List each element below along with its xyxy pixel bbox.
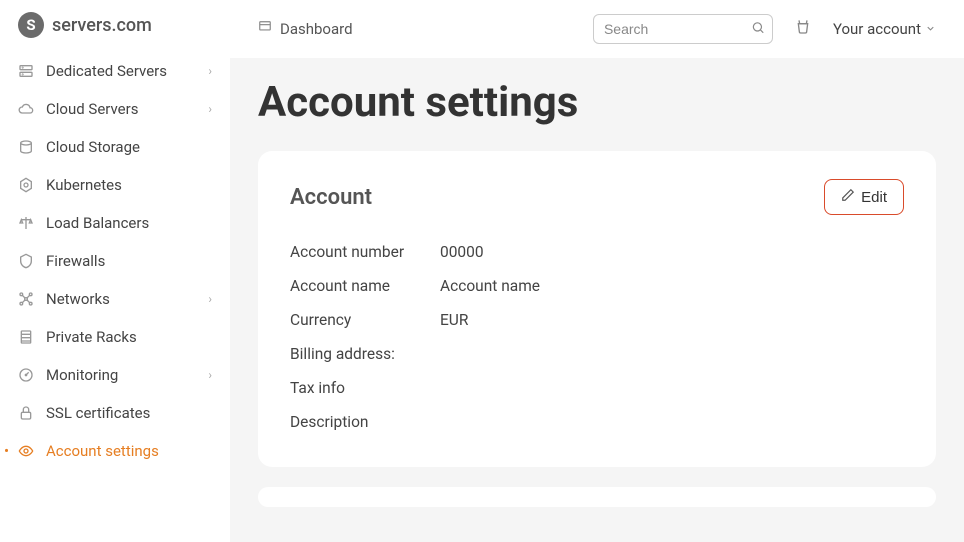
field-row: Description	[290, 405, 904, 439]
account-card-title: Account	[290, 185, 372, 210]
field-label: Description	[290, 413, 440, 431]
account-fields: Account number00000Account nameAccount n…	[290, 235, 904, 439]
edit-button-label: Edit	[861, 189, 887, 206]
sidebar-item-label: SSL certificates	[46, 404, 212, 422]
pencil-icon	[841, 188, 855, 206]
sidebar-item-cloud-servers[interactable]: Cloud Servers ›	[0, 90, 230, 128]
field-value: 00000	[440, 243, 484, 261]
field-label: Account number	[290, 243, 440, 261]
field-row: Tax info	[290, 371, 904, 405]
search-box	[593, 14, 773, 44]
sidebar-nav: Dedicated Servers › Cloud Servers › Cloud St…	[0, 52, 230, 470]
sidebar-item-dedicated-servers[interactable]: Dedicated Servers ›	[0, 52, 230, 90]
field-label: Billing address:	[290, 345, 440, 363]
field-row: Billing address:	[290, 337, 904, 371]
field-row: Account number00000	[290, 235, 904, 269]
sidebar-item-label: Load Balancers	[46, 214, 212, 232]
brand-logo-text: servers.com	[52, 15, 152, 36]
breadcrumb[interactable]: Dashboard	[258, 20, 353, 38]
topbar: Dashboard Your account	[230, 0, 964, 58]
search-icon[interactable]	[751, 20, 765, 39]
gauge-icon	[18, 367, 34, 383]
account-menu-label: Your account	[833, 20, 921, 38]
sidebar-item-cloud-storage[interactable]: Cloud Storage	[0, 128, 230, 166]
chevron-right-icon: ›	[208, 292, 212, 306]
brand-logo-icon: S	[18, 12, 44, 38]
sidebar-item-label: Networks	[46, 290, 196, 308]
sidebar-item-label: Cloud Storage	[46, 138, 212, 156]
sidebar: S servers.com Dedicated Servers›Cloud Se…	[0, 0, 230, 542]
next-card	[258, 487, 936, 507]
field-value: EUR	[440, 311, 468, 329]
sidebar-item-label: Kubernetes	[46, 176, 212, 194]
chevron-down-icon	[925, 20, 936, 38]
content: Account settings Account Edit Account nu…	[230, 58, 964, 542]
chevron-right-icon: ›	[208, 64, 212, 78]
account-menu[interactable]: Your account	[833, 20, 936, 38]
server-icon	[18, 63, 34, 79]
lock-icon	[18, 405, 34, 421]
field-row: CurrencyEUR	[290, 303, 904, 337]
kube-icon	[18, 177, 34, 193]
field-row: Account nameAccount name	[290, 269, 904, 303]
sidebar-item-label: Dedicated Servers	[46, 62, 196, 80]
eye-icon	[18, 443, 34, 459]
cloud-icon	[18, 101, 34, 117]
sidebar-item-label: Account settings	[46, 442, 212, 460]
account-card: Account Edit Account number00000Account …	[258, 151, 936, 467]
sidebar-item-firewalls[interactable]: Firewalls	[0, 242, 230, 280]
network-icon	[18, 291, 34, 307]
sidebar-item-private-racks[interactable]: Private Racks	[0, 318, 230, 356]
sidebar-item-account-settings[interactable]: Account settings	[0, 432, 230, 470]
search-input[interactable]	[593, 14, 773, 44]
dashboard-icon	[258, 20, 272, 38]
brand-logo[interactable]: S servers.com	[0, 12, 230, 52]
field-label: Account name	[290, 277, 440, 295]
sidebar-item-monitoring[interactable]: Monitoring ›	[0, 356, 230, 394]
page-title: Account settings	[258, 78, 936, 127]
shield-icon	[18, 253, 34, 269]
sidebar-item-label: Monitoring	[46, 366, 196, 384]
sidebar-item-label: Private Racks	[46, 328, 212, 346]
edit-button[interactable]: Edit	[824, 179, 904, 215]
scale-icon	[18, 215, 34, 231]
chevron-right-icon: ›	[208, 102, 212, 116]
field-value: Account name	[440, 277, 540, 295]
breadcrumb-label: Dashboard	[280, 20, 353, 38]
rack-icon	[18, 329, 34, 345]
sidebar-item-kubernetes[interactable]: Kubernetes	[0, 166, 230, 204]
sidebar-item-load-balancers[interactable]: Load Balancers	[0, 204, 230, 242]
field-label: Currency	[290, 311, 440, 329]
sidebar-item-label: Cloud Servers	[46, 100, 196, 118]
storage-icon	[18, 139, 34, 155]
field-label: Tax info	[290, 379, 440, 397]
sidebar-item-ssl-certificates[interactable]: SSL certificates	[0, 394, 230, 432]
card-header: Account Edit	[290, 179, 904, 215]
sidebar-item-networks[interactable]: Networks ›	[0, 280, 230, 318]
main-area: Dashboard Your account Account settings …	[230, 0, 964, 542]
cart-icon[interactable]	[791, 15, 815, 43]
sidebar-item-label: Firewalls	[46, 252, 212, 270]
chevron-right-icon: ›	[208, 368, 212, 382]
